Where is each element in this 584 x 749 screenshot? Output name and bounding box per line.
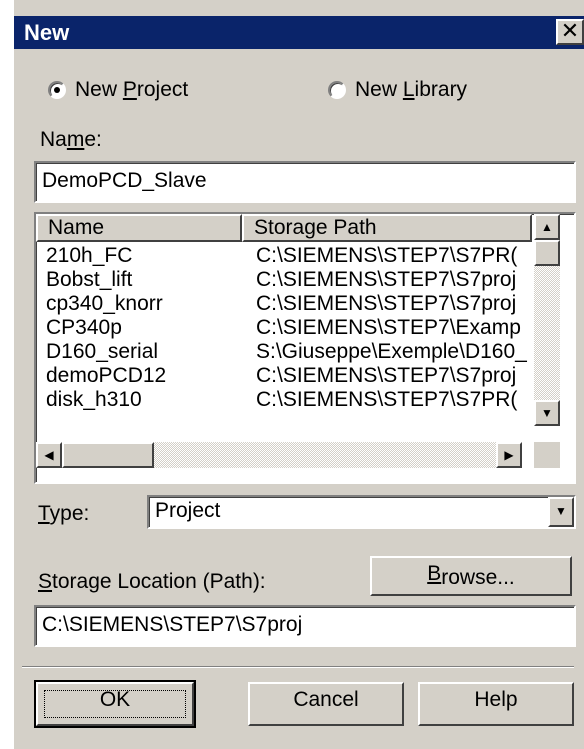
column-header-name[interactable]: Name <box>36 214 242 242</box>
item-path: C:\SIEMENS\STEP7\S7proj <box>256 268 517 291</box>
list-item[interactable]: demoPCD12 C:\SIEMENS\STEP7\S7proj <box>36 364 532 388</box>
scroll-right-button[interactable]: ▶ <box>496 442 522 468</box>
radio-new-project-label: New Project <box>75 78 189 101</box>
storage-location-label: Storage Location (Path): <box>38 570 266 593</box>
list-item[interactable]: disk_h310 C:\SIEMENS\STEP7\S7PR( <box>36 388 532 412</box>
arrow-left-icon: ◀ <box>44 448 54 462</box>
column-header-storage-path[interactable]: Storage Path <box>242 214 532 242</box>
vertical-scrollbar[interactable]: ▲ ▼ <box>534 214 560 426</box>
radio-new-library[interactable]: New Library <box>328 76 467 104</box>
item-name: D160_serial <box>46 340 159 363</box>
item-path: C:\SIEMENS\STEP7\Examp <box>256 316 521 339</box>
name-label: Name: <box>40 128 102 151</box>
type-label: Type: <box>38 502 90 525</box>
scroll-up-button[interactable]: ▲ <box>534 214 560 240</box>
item-name: 210h_FC <box>46 244 133 267</box>
title-bar: New ✕ <box>14 16 584 49</box>
close-icon: ✕ <box>560 18 580 43</box>
radio-button-checked-icon <box>48 81 66 99</box>
item-name: Bobst_lift <box>46 268 133 291</box>
scroll-down-button[interactable]: ▼ <box>534 400 560 426</box>
new-dialog: New ✕ New Project New Library Name: Demo… <box>14 0 584 749</box>
item-path: C:\SIEMENS\STEP7\S7PR( <box>256 388 518 411</box>
arrow-down-icon: ▼ <box>541 406 553 420</box>
item-path: S:\Giuseppe\Exemple\D160_ <box>256 340 527 363</box>
browse-button[interactable]: Browse... <box>370 556 572 596</box>
radio-new-library-label: New Library <box>355 78 468 101</box>
ok-button[interactable]: OK <box>34 680 196 728</box>
close-button[interactable]: ✕ <box>556 19 584 45</box>
vertical-scroll-thumb[interactable] <box>534 240 560 266</box>
radio-new-project[interactable]: New Project <box>48 76 188 104</box>
list-item[interactable]: 210h_FC C:\SIEMENS\STEP7\S7PR( <box>36 244 532 268</box>
arrow-right-icon: ▶ <box>504 448 514 462</box>
scroll-left-button[interactable]: ◀ <box>36 442 62 468</box>
cancel-button[interactable]: Cancel <box>248 682 404 726</box>
item-path: C:\SIEMENS\STEP7\S7proj <box>256 364 517 387</box>
type-dropdown-button[interactable]: ▼ <box>548 497 574 527</box>
list-item[interactable]: cp340_knorr C:\SIEMENS\STEP7\S7proj <box>36 292 532 316</box>
item-name: CP340p <box>46 316 122 339</box>
window-title: New <box>24 20 70 45</box>
chevron-down-icon: ▼ <box>555 504 567 518</box>
storage-location-input[interactable]: C:\SIEMENS\STEP7\S7proj <box>34 605 576 647</box>
horizontal-scrollbar[interactable]: ◀ ▶ <box>36 442 522 468</box>
item-name: disk_h310 <box>46 388 142 411</box>
item-path: C:\SIEMENS\STEP7\S7proj <box>256 292 517 315</box>
project-list: Name Storage Path 210h_FC C:\SIEMENS\STE… <box>34 212 576 484</box>
separator <box>22 666 574 668</box>
help-button[interactable]: Help <box>418 682 574 726</box>
radio-button-unchecked-icon <box>328 81 346 99</box>
arrow-up-icon: ▲ <box>541 220 553 234</box>
scrollbar-corner <box>534 442 560 468</box>
name-input[interactable]: DemoPCD_Slave <box>34 161 576 203</box>
list-item[interactable]: Bobst_lift C:\SIEMENS\STEP7\S7proj <box>36 268 532 292</box>
type-select[interactable]: Project ▼ <box>147 495 576 529</box>
item-name: demoPCD12 <box>46 364 167 387</box>
list-item[interactable]: D160_serial S:\Giuseppe\Exemple\D160_ <box>36 340 532 364</box>
item-name: cp340_knorr <box>46 292 163 315</box>
list-item[interactable]: CP340p C:\SIEMENS\STEP7\Examp <box>36 316 532 340</box>
item-path: C:\SIEMENS\STEP7\S7PR( <box>256 244 518 267</box>
horizontal-scroll-thumb[interactable] <box>62 442 154 468</box>
